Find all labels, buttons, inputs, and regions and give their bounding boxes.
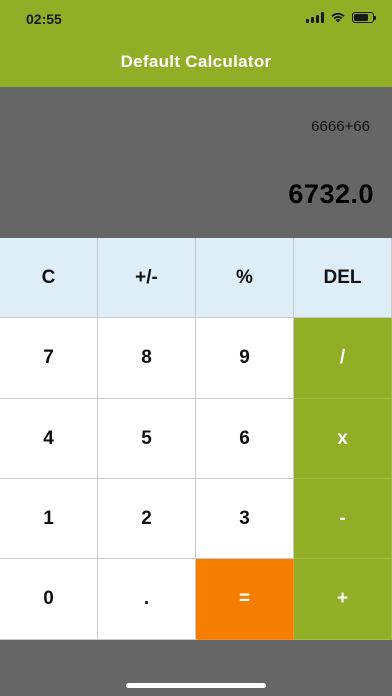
digit-0-button[interactable]: 0	[0, 559, 98, 640]
app-header: 02:55 Default Calculator	[0, 0, 392, 87]
digit-9-button[interactable]: 9	[196, 318, 294, 399]
cellular-signal-icon	[306, 11, 324, 23]
digit-2-button[interactable]: 2	[98, 479, 196, 559]
keypad: C +/-% DEL 7 8 9/ 4 5 6 x 1 2 3- 0. = +	[0, 238, 392, 640]
digit-1-button[interactable]: 1	[0, 479, 98, 559]
result-text: 6732.0	[288, 179, 374, 209]
multiply-button[interactable]: x	[294, 399, 392, 479]
clear-button[interactable]: C	[0, 238, 98, 318]
bottom-bar	[0, 640, 392, 696]
page-title: Default Calculator	[120, 52, 272, 71]
calculator-display: 6666+66 6732.0	[0, 87, 392, 238]
add-button[interactable]: +	[294, 559, 392, 640]
digit-6-button[interactable]: 6	[196, 399, 294, 479]
wifi-icon	[331, 12, 345, 23]
digit-3-button[interactable]: 3	[196, 479, 294, 559]
delete-button[interactable]: DEL	[294, 238, 392, 318]
digit-5-button[interactable]: 5	[98, 399, 196, 479]
status-icons	[306, 11, 376, 23]
decimal-button[interactable]: .	[98, 559, 196, 640]
subtract-button[interactable]: -	[294, 479, 392, 559]
digit-4-button[interactable]: 4	[0, 399, 98, 479]
digit-7-button[interactable]: 7	[0, 318, 98, 399]
digit-8-button[interactable]: 8	[98, 318, 196, 399]
percent-button[interactable]: %	[196, 238, 294, 318]
home-indicator[interactable]	[126, 683, 266, 688]
sign-toggle-button[interactable]: +/-	[98, 238, 196, 318]
expression-text: 6666+66	[311, 118, 370, 135]
battery-charging-icon	[352, 11, 376, 23]
divide-button[interactable]: /	[294, 318, 392, 399]
status-time: 02:55	[26, 11, 62, 27]
equals-button[interactable]: =	[196, 559, 294, 640]
